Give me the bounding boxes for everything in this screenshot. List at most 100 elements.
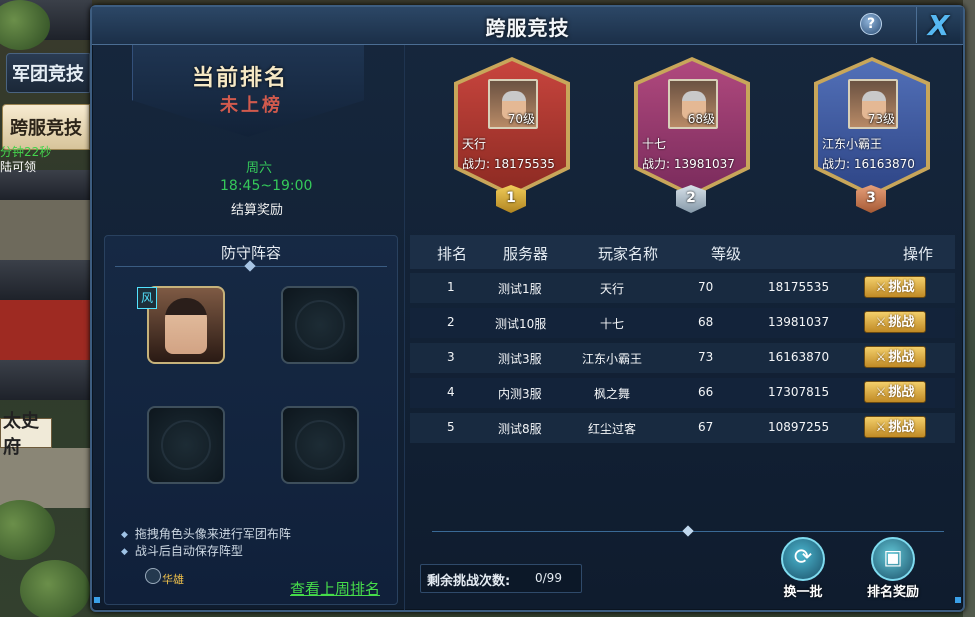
challenge-button[interactable]: ⚔ 挑战 [864,381,926,403]
settle-day: 周六 [246,161,273,176]
rank-reward-button[interactable]: ▣ 排名奖励 [862,537,924,601]
current-rank-value: 未上榜 [220,95,283,116]
cell-level: 70 [698,280,714,294]
col-level: 等级 [711,245,742,263]
challenge-label: 挑战 [888,315,915,330]
tree [20,560,90,617]
last-week-ranking-link[interactable]: 查看上周排名 [290,578,380,599]
tree [0,0,50,50]
hero-slot-3[interactable] [147,406,225,484]
challenge-button[interactable]: ⚔ 挑战 [864,346,926,368]
col-action: 操作 [903,245,934,263]
challenge-label: 挑战 [888,385,915,400]
player-portrait: 73级 [848,79,898,129]
cell-rank: 4 [447,385,455,399]
player-name: 江东小霸王 [822,137,883,151]
cell-server: 测试1服 [498,282,542,296]
close-icon: X [927,8,950,42]
challenge-button[interactable]: ⚔ 挑战 [864,276,926,298]
hero-slot-1[interactable] [147,286,225,364]
cell-power: 17307815 [768,385,830,399]
cell-level: 67 [698,420,714,434]
col-rank: 排名 [437,245,468,263]
hero-slot-2[interactable] [281,286,359,364]
window-title: 跨服竞技 [485,16,570,40]
refresh-label: 换一批 [783,585,823,600]
challenge-label: 挑战 [888,350,915,365]
cell-power: 18175535 [768,280,830,294]
player-name: 十七 [642,137,667,151]
player-portrait: 68级 [668,79,718,129]
player-power: 战力: 18175535 [462,157,555,171]
top-player-card-3[interactable]: 73级 江东小霸王 战力: 16163870 3 [814,57,930,213]
player-level: 73级 [867,112,895,126]
settle-reward-label: 结算奖励 [231,203,284,218]
table-header: 排名 服务器 玩家名称 等级 操作 [410,235,955,269]
building-label[interactable]: 太史府 [0,411,52,458]
rank-medal-icon: 2 [676,185,706,213]
challenge-button[interactable]: ⚔ 挑战 [864,416,926,438]
rank-medal-icon: 1 [496,185,526,213]
current-rank-label: 当前排名 [192,65,289,91]
wall [0,200,92,260]
cell-server: 测试3服 [498,352,542,366]
remaining-challenges: 剩余挑战次数: 0/99 [420,564,582,593]
cell-rank: 2 [447,315,455,329]
refresh-icon: ⟳ [793,545,813,570]
crossed-swords-icon: ⚔ [875,420,887,434]
roof [0,360,92,400]
crossed-swords-icon: ⚔ [875,315,887,329]
top-player-card-2[interactable]: 68级 十七 战力: 13981037 2 [634,57,750,213]
rank-medal-icon: 3 [856,185,886,213]
roof [0,260,92,300]
claim-note: 陆可领 [0,160,37,174]
left-panel: 当前排名 未上榜 周六 18:45~19:00 结算奖励 防守阵容 风 华雄 ◆… [92,45,405,610]
reward-label: 排名奖励 [866,585,919,600]
remaining-label: 剩余挑战次数: [427,574,511,589]
cell-player: 枫之舞 [594,387,631,401]
hero-slot-4[interactable] [281,406,359,484]
corner-ornament [955,597,961,603]
corner-ornament [94,597,100,603]
hero-name: 华雄 [162,573,184,586]
title-bar: 跨服竞技 ? X [92,7,963,45]
close-button[interactable]: X [916,7,960,43]
cell-player: 天行 [600,282,625,296]
cell-level: 73 [698,350,714,364]
building-wall [0,300,92,360]
cell-rank: 1 [447,280,455,294]
refresh-opponents-button[interactable]: ⟳ 换一批 [772,537,834,601]
cross-server-arena-dialog: 跨服竞技 ? X 当前排名 未上榜 周六 18:45~19:00 结算奖励 防守… [90,5,965,612]
tree [0,500,55,560]
table-row: 4 内测3服 枫之舞 66 17307815 ⚔ 挑战 [410,378,955,408]
help-button[interactable]: ? [860,13,882,35]
player-power: 战力: 13981037 [642,157,735,171]
cell-rank: 3 [447,350,455,364]
tab-legion-arena[interactable]: 军团竞技 [6,53,90,93]
player-name: 天行 [462,137,487,151]
table-row: 3 测试3服 江东小霸王 73 16163870 ⚔ 挑战 [410,343,955,373]
player-portrait: 70级 [488,79,538,129]
crossed-swords-icon: ⚔ [875,280,887,294]
challenge-label: 挑战 [888,420,915,435]
table-row: 2 测试10服 十七 68 13981037 ⚔ 挑战 [410,308,955,338]
cell-power: 16163870 [768,350,830,364]
player-power: 战力: 16163870 [822,157,915,171]
defense-lineup-panel: 防守阵容 风 华雄 拖拽角色头像来进行军团布阵 战斗后自动保存阵型 [104,235,398,605]
hero-portrait [165,298,207,354]
col-player: 玩家名称 [598,245,659,263]
challenge-button[interactable]: ⚔ 挑战 [864,311,926,333]
dragon-emblem-icon [295,420,345,470]
cell-level: 68 [698,315,714,329]
cell-server: 测试8服 [498,422,542,436]
remaining-value: 0/99 [535,571,562,585]
top-player-card-1[interactable]: 70级 天行 战力: 18175535 1 [454,57,570,213]
weapon-icon [145,568,161,584]
cell-player: 红尘过客 [588,422,637,436]
cell-player: 江东小霸王 [582,352,643,366]
cell-power: 10897255 [768,420,830,434]
cell-server: 内测3服 [498,387,542,401]
tip-drag: 拖拽角色头像来进行军团布阵 [121,525,291,542]
player-level: 70级 [507,112,535,126]
tip-autosave: 战斗后自动保存阵型 [121,542,243,559]
